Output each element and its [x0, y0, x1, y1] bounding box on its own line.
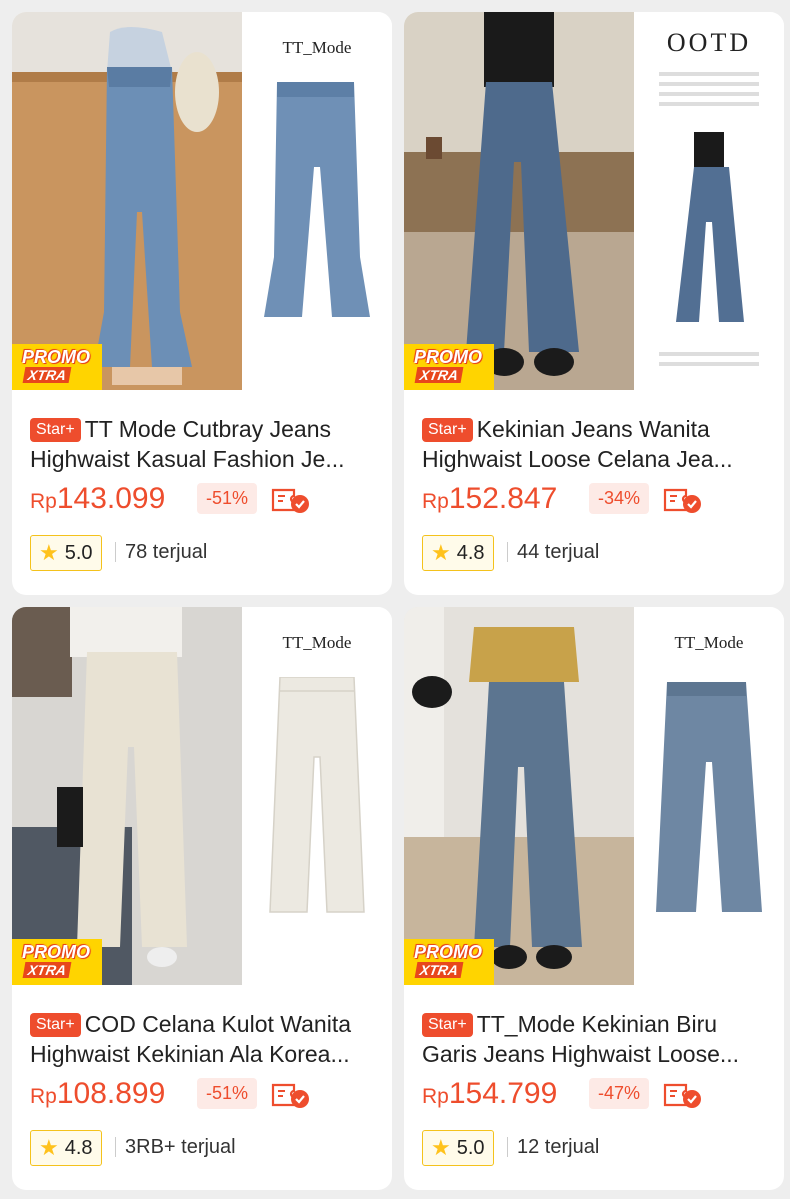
model-photo: [404, 607, 634, 985]
title-line-1: TT Mode Cutbray Jeans: [84, 416, 331, 442]
discount-badge: -51%: [197, 483, 258, 514]
brand-label: TT_Mode: [674, 633, 744, 652]
model-photo: [404, 12, 634, 390]
product-card[interactable]: TT_Mode PROMO XTRA Star+ TT Mode Cutbray …: [12, 12, 392, 595]
product-card[interactable]: TT_Mode PROMO XTRA Star+ TT_Mode Kekinian…: [404, 607, 784, 1190]
sold-count: 44 terjual: [517, 541, 600, 563]
rating-value: 4.8: [64, 1136, 93, 1159]
title-line-2: Garis Jeans Highwaist Loose...: [422, 1041, 740, 1067]
product-image[interactable]: TT_Mode PROMO XTRA: [12, 12, 392, 390]
price: Rp143.099: [30, 482, 165, 516]
price: Rp152.847: [422, 482, 557, 516]
title-line-2: Highwaist Kekinian Ala Korea...: [30, 1041, 350, 1067]
price-value: 108.899: [56, 1077, 166, 1110]
rating-badge: ★ 4.8: [422, 535, 494, 571]
currency: Rp: [30, 490, 57, 513]
title-line-2: Highwaist Loose Celana Jea...: [422, 446, 733, 472]
cod-icon: [271, 488, 309, 513]
xtra-text: XTRA: [22, 367, 72, 383]
rating-badge: ★ 4.8: [30, 1130, 102, 1166]
promo-xtra-badge: PROMO XTRA: [404, 939, 494, 985]
currency: Rp: [422, 1085, 449, 1108]
divider: [115, 1137, 116, 1157]
title-line-1: TT_Mode Kekinian Biru: [476, 1011, 718, 1037]
rating-badge: ★ 5.0: [422, 1130, 494, 1166]
brand-label: TT_Mode: [282, 633, 352, 652]
price: Rp154.799: [422, 1077, 557, 1111]
cod-icon: [271, 1083, 309, 1108]
jeans-illustration: [656, 682, 762, 912]
promo-text: PROMO: [22, 942, 91, 962]
sold-count: 3RB+ terjual: [125, 1136, 236, 1158]
divider: [507, 1137, 508, 1157]
star-plus-badge: Star+: [422, 418, 473, 442]
product-title[interactable]: Star+ COD Celana Kulot Wanita Highwaist K…: [30, 1009, 380, 1069]
product-thumbnail: TT_Mode: [242, 12, 392, 390]
divider: [115, 542, 116, 562]
title-line-2: Highwaist Kasual Fashion Je...: [30, 446, 345, 472]
sold-count: 12 terjual: [517, 1136, 600, 1158]
star-icon: ★: [431, 1135, 451, 1160]
product-card[interactable]: TT_Mode PROMO XTRA Star+ COD Celana Kulot…: [12, 607, 392, 1190]
product-image[interactable]: TT_Mode PROMO XTRA: [404, 607, 784, 985]
brand-label: TT_Mode: [282, 38, 352, 57]
currency: Rp: [30, 1085, 57, 1108]
price-value: 152.847: [448, 482, 558, 515]
discount-badge: -51%: [197, 1078, 258, 1109]
product-thumbnail: TT_Mode: [634, 607, 784, 985]
rating-value: 5.0: [64, 541, 93, 564]
product-thumbnail: OOTD: [634, 12, 784, 390]
xtra-text: XTRA: [414, 962, 464, 978]
product-title[interactable]: Star+ TT_Mode Kekinian Biru Garis Jeans H…: [422, 1009, 772, 1069]
product-card[interactable]: OOTD PROMO XTRA Star+ Kekinian Jeans Wani…: [404, 12, 784, 595]
title-line-1: COD Celana Kulot Wanita: [84, 1011, 352, 1037]
star-icon: ★: [431, 540, 451, 565]
promo-xtra-badge: PROMO XTRA: [404, 344, 494, 390]
brand-label: OOTD: [666, 28, 752, 57]
product-title[interactable]: Star+ Kekinian Jeans Wanita Highwaist Loo…: [422, 414, 772, 474]
model-photo: [12, 607, 242, 985]
promo-text: PROMO: [22, 347, 91, 367]
star-icon: ★: [39, 540, 59, 565]
star-plus-badge: Star+: [30, 1013, 81, 1037]
product-image[interactable]: OOTD PROMO XTRA: [404, 12, 784, 390]
star-plus-badge: Star+: [30, 418, 81, 442]
model-photo: [12, 12, 242, 390]
promo-xtra-badge: PROMO XTRA: [12, 939, 102, 985]
xtra-text: XTRA: [22, 962, 72, 978]
price-value: 143.099: [56, 482, 166, 515]
cod-icon: [663, 1083, 701, 1108]
trousers-illustration: [269, 677, 365, 913]
star-icon: ★: [39, 1135, 59, 1160]
divider: [507, 542, 508, 562]
star-plus-badge: Star+: [422, 1013, 473, 1037]
promo-text: PROMO: [414, 347, 483, 367]
promo-text: PROMO: [414, 942, 483, 962]
title-line-1: Kekinian Jeans Wanita: [476, 416, 710, 442]
rating-value: 5.0: [456, 1136, 485, 1159]
product-title[interactable]: Star+ TT Mode Cutbray Jeans Highwaist Kas…: [30, 414, 380, 474]
price-value: 154.799: [448, 1077, 558, 1110]
jeans-illustration: [264, 82, 370, 317]
rating-badge: ★ 5.0: [30, 535, 102, 571]
discount-badge: -47%: [589, 1078, 650, 1109]
product-thumbnail: TT_Mode: [242, 607, 392, 985]
discount-badge: -34%: [589, 483, 650, 514]
rating-value: 4.8: [456, 541, 485, 564]
ootd-collage: [659, 72, 759, 366]
xtra-text: XTRA: [414, 367, 464, 383]
product-image[interactable]: TT_Mode PROMO XTRA: [12, 607, 392, 985]
cod-icon: [663, 488, 701, 513]
promo-xtra-badge: PROMO XTRA: [12, 344, 102, 390]
currency: Rp: [422, 490, 449, 513]
price: Rp108.899: [30, 1077, 165, 1111]
sold-count: 78 terjual: [125, 541, 208, 563]
